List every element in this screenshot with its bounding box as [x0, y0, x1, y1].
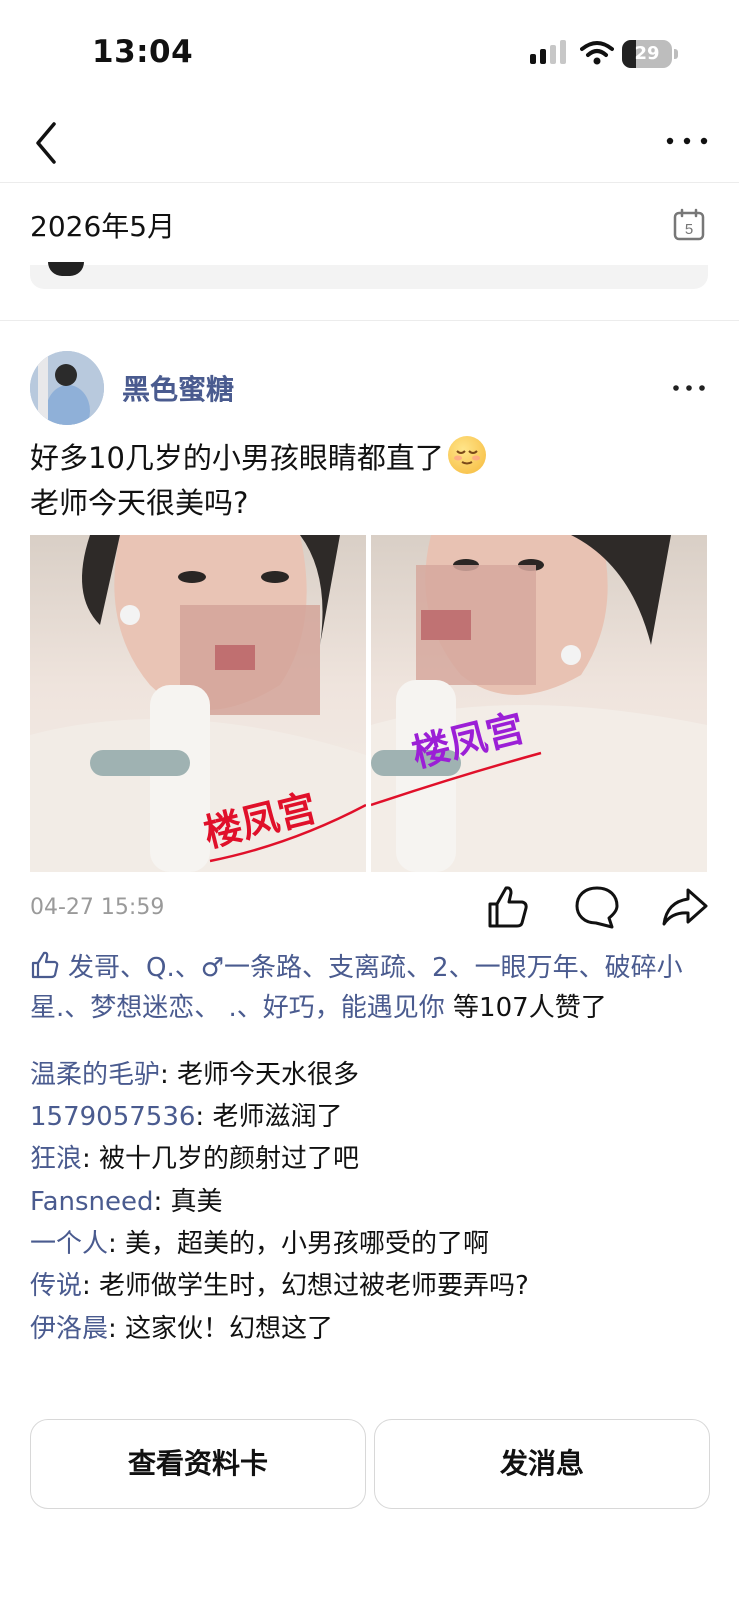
- comment-item[interactable]: 一个人: 美，超美的，小男孩哪受的了啊: [30, 1227, 489, 1261]
- calendar-icon[interactable]: 5: [672, 208, 706, 242]
- author-name[interactable]: 黑色蜜糖: [122, 368, 234, 408]
- post-text-line1: 好多10几岁的小男孩眼睛都直了: [30, 441, 444, 475]
- comment-text: : 美，超美的，小男孩哪受的了啊: [108, 1229, 490, 1259]
- comment-text: : 老师滋润了: [195, 1102, 343, 1132]
- comment-author[interactable]: 一个人: [30, 1229, 108, 1259]
- battery-icon: 29: [622, 40, 680, 68]
- divider: [0, 182, 739, 183]
- post-text: 好多10几岁的小男孩眼睛都直了 老师今天很美吗?: [30, 436, 486, 526]
- back-chevron-icon[interactable]: [28, 118, 68, 168]
- comment-item[interactable]: 1579057536: 老师滋润了: [30, 1100, 342, 1134]
- battery-level: 29: [634, 43, 660, 64]
- likes-summary: 发哥、Q.、♂一条路、支离疏、2、一眼万年、破碎小星.、梦想迷恋、 .、好巧，能…: [30, 948, 715, 1028]
- likes-count: 等107人赞了: [444, 993, 607, 1023]
- comment-item[interactable]: 狂浪: 被十几岁的颜射过了吧: [30, 1142, 359, 1176]
- relieved-face-emoji-icon: [447, 436, 486, 474]
- post-photo-2[interactable]: 楼凤宫: [371, 535, 707, 872]
- comment-bubble-icon[interactable]: [572, 882, 622, 932]
- like-thumb-icon[interactable]: [482, 882, 532, 932]
- status-time: 13:04: [92, 34, 194, 70]
- post-more-icon[interactable]: [672, 378, 706, 398]
- more-options-icon[interactable]: [664, 126, 710, 156]
- comment-text: : 老师今天水很多: [160, 1060, 360, 1090]
- comment-author[interactable]: 1579057536: [30, 1102, 195, 1132]
- comment-item[interactable]: 温柔的毛驴: 老师今天水很多: [30, 1058, 359, 1092]
- comment-text: : 被十几岁的颜射过了吧: [82, 1144, 360, 1174]
- post-photo-1[interactable]: 楼凤宫: [30, 535, 366, 872]
- post-text-line2: 老师今天很美吗?: [30, 486, 249, 520]
- comment-author[interactable]: 温柔的毛驴: [30, 1060, 160, 1090]
- avatar[interactable]: [30, 351, 104, 425]
- comment-text: : 老师做学生时，幻想过被老师要弄吗?: [82, 1271, 529, 1301]
- post-timestamp: 04-27 15:59: [30, 895, 165, 920]
- comment-text: : 真美: [153, 1187, 223, 1217]
- divider: [0, 320, 739, 321]
- previous-post-card: [30, 265, 708, 289]
- send-message-button[interactable]: 发消息: [374, 1419, 710, 1509]
- wifi-icon: [580, 41, 614, 65]
- like-small-icon: [31, 951, 59, 979]
- comment-text: : 这家伙！幻想这了: [108, 1314, 334, 1344]
- comment-item[interactable]: 传说: 老师做学生时，幻想过被老师要弄吗?: [30, 1269, 529, 1303]
- comment-author[interactable]: Fansneed: [30, 1187, 154, 1217]
- comment-author[interactable]: 狂浪: [30, 1144, 82, 1174]
- cellular-signal-icon: [530, 40, 566, 64]
- comment-author[interactable]: 伊洛晨: [30, 1314, 108, 1344]
- calendar-day: 5: [685, 221, 693, 238]
- share-arrow-icon[interactable]: [660, 882, 710, 932]
- month-label: 2026年5月: [30, 210, 176, 243]
- comment-author[interactable]: 传说: [30, 1271, 82, 1301]
- comment-item[interactable]: Fansneed: 真美: [30, 1185, 223, 1219]
- view-profile-card-button[interactable]: 查看资料卡: [30, 1419, 366, 1509]
- comment-item[interactable]: 伊洛晨: 这家伙！幻想这了: [30, 1312, 333, 1346]
